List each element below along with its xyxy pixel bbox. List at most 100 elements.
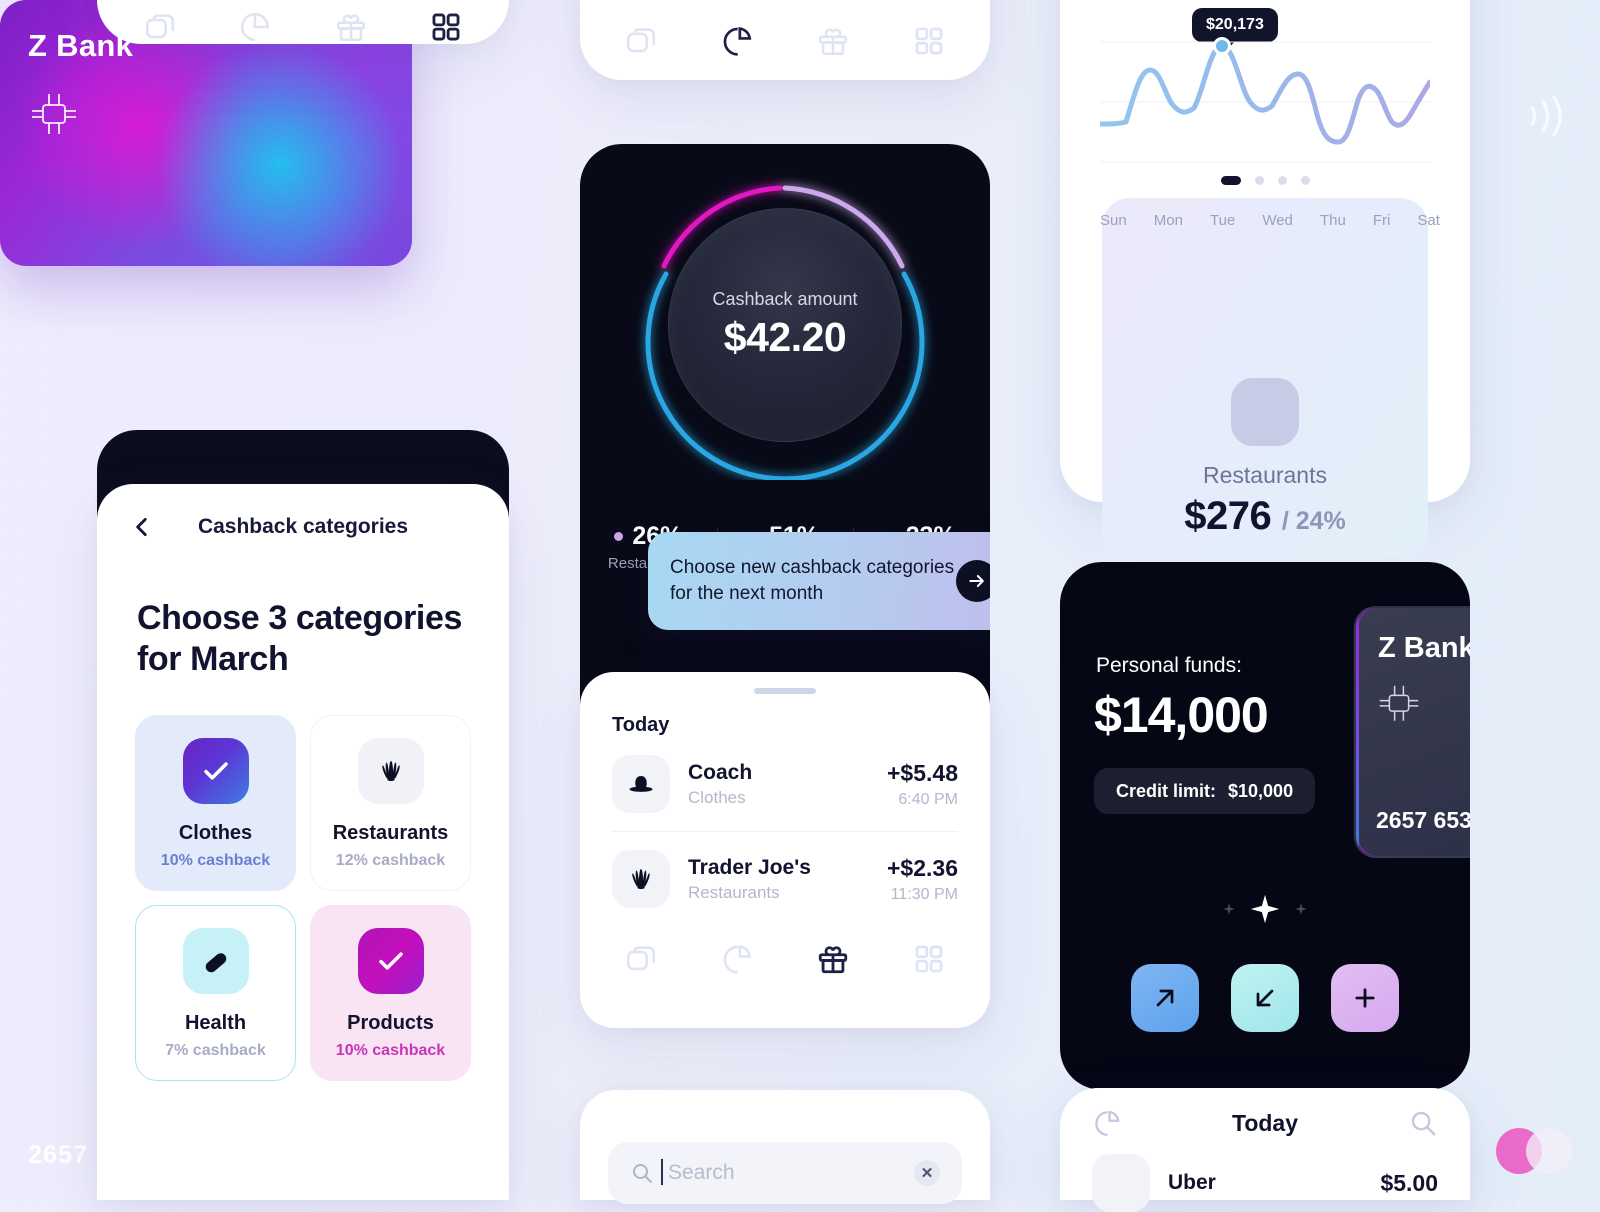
legend-dot — [614, 532, 624, 541]
list-item[interactable]: Uber $5.00 — [1060, 1138, 1470, 1212]
cards-icon[interactable] — [143, 10, 177, 44]
chip-icon — [1378, 684, 1420, 722]
cashback-donut-chart: Cashback amount $42.20 — [630, 170, 940, 480]
arrow-down-left-icon[interactable] — [1231, 964, 1299, 1032]
arrow-up-right-icon[interactable] — [1131, 964, 1199, 1032]
transaction-time: 6:40 PM — [898, 790, 958, 808]
transaction-amount: +$5.48 — [887, 759, 958, 786]
chip-icon — [30, 92, 78, 136]
transaction-meta: +$5.48 6:40 PM — [887, 760, 958, 809]
summary-category-name: Restaurants — [1202, 462, 1327, 488]
transaction-meta: +$2.36 11:30 PM — [887, 855, 958, 904]
check-icon — [182, 737, 249, 804]
nav-row — [143, 10, 463, 44]
transaction-info: Trader Joe's Restaurants — [688, 856, 869, 903]
chart-line — [1100, 43, 1430, 145]
pie-chart-icon[interactable] — [238, 10, 272, 44]
credit-limit-badge: Credit limit: $10,000 — [1094, 768, 1316, 814]
axis-tick: Thu — [1319, 212, 1346, 229]
search-sheet: Search ✕ — [580, 1090, 990, 1204]
cashback-label: Cashback amount — [712, 289, 858, 309]
banner-text: Choose new cashback categories for the n… — [670, 556, 955, 604]
category-summary-card[interactable]: Restaurants $276 / 24% — [1102, 198, 1428, 556]
grid-icon[interactable] — [429, 10, 463, 44]
sparkle-icon — [1060, 892, 1470, 926]
transaction-info: Coach Clothes — [688, 761, 869, 808]
cards-icon[interactable] — [624, 24, 658, 58]
pie-chart-icon[interactable] — [720, 24, 754, 58]
col3-today-sheet: Today Uber $5.00 — [1060, 1088, 1470, 1212]
chart-highlight-point[interactable] — [1216, 40, 1228, 52]
summary-share: / 24% — [1281, 507, 1346, 535]
search-input[interactable]: Search ✕ — [608, 1142, 962, 1204]
mini-bank-card[interactable]: Z Bank 2657 6537 7278 7625 — [1354, 606, 1470, 858]
shell-icon — [357, 737, 424, 804]
pill-icon — [182, 927, 249, 994]
sparkle-small-left — [1223, 903, 1235, 915]
axis-tick: Tue — [1209, 212, 1236, 229]
sparkle-large — [1250, 894, 1280, 924]
category-name: Restaurants — [332, 821, 449, 844]
credit-limit-label: Credit limit: — [1116, 780, 1217, 801]
category-card-products[interactable]: Products 10% cashback — [310, 904, 471, 1081]
mini-card-brand: Z Bank — [1378, 632, 1470, 664]
pie-chart-icon[interactable] — [1092, 1108, 1122, 1138]
gift-icon[interactable] — [334, 10, 368, 44]
drag-handle[interactable] — [754, 688, 816, 694]
search-placeholder: Search — [661, 1159, 735, 1185]
cards-icon[interactable] — [624, 942, 658, 976]
category-name: Products — [347, 1011, 434, 1034]
close-icon[interactable]: ✕ — [914, 1160, 940, 1186]
sheet-title: Today — [1231, 1109, 1299, 1136]
category-name: Health — [184, 1011, 247, 1034]
table-row[interactable]: Trader Joe's Restaurants +$2.36 11:30 PM — [580, 832, 990, 926]
today-label: Today — [612, 714, 670, 736]
category-card-clothes[interactable]: Clothes 10% cashback — [135, 714, 296, 891]
transaction-category: Clothes — [688, 787, 746, 807]
choose-categories-banner[interactable]: Choose new cashback categories for the n… — [648, 532, 990, 630]
axis-tick: Sat — [1417, 212, 1440, 229]
screen-heading: Choose 3 categories for March — [137, 599, 462, 679]
category-cashback: 10% cashback — [335, 1041, 446, 1059]
grid-icon[interactable] — [912, 942, 946, 976]
personal-funds-label: Personal funds: — [1096, 654, 1242, 677]
search-icon — [633, 1164, 652, 1183]
axis-tick: Wed — [1262, 212, 1293, 229]
category-name: Clothes — [178, 821, 253, 844]
col1-top-nav-panel — [97, 0, 509, 44]
sheet-header: Today — [1060, 1088, 1470, 1138]
personal-funds-value: $14,000 — [1094, 687, 1269, 743]
personal-funds-card: Personal funds: $14,000 Credit limit: $1… — [1060, 562, 1470, 1090]
weekly-spending-chart — [1100, 37, 1430, 163]
col2-top-nav-panel — [580, 0, 990, 80]
shell-icon — [612, 850, 670, 908]
pie-chart-icon[interactable] — [720, 942, 754, 976]
donut-center: Cashback amount $42.20 — [668, 208, 902, 442]
app-canvas: Z Bank 2657 6537 7278 7625 Cashback cate… — [0, 0, 1600, 1212]
check-icon — [357, 927, 424, 994]
category-grid: Clothes 10% cashback Restaurants 12% cas… — [135, 714, 471, 1081]
bank-card-brand: Z Bank — [28, 28, 134, 63]
category-card-restaurants[interactable]: Restaurants 12% cashback — [310, 714, 471, 891]
category-card-health[interactable]: Health 7% cashback — [135, 904, 296, 1081]
summary-amount: $276 — [1184, 494, 1272, 538]
chevron-left-icon[interactable] — [129, 514, 155, 540]
page-title: Cashback categories — [197, 515, 409, 538]
table-row[interactable]: Coach Clothes +$5.48 6:40 PM — [580, 737, 990, 831]
cashback-categories-screen: Cashback categories Choose 3 categories … — [97, 484, 509, 1200]
arrow-right-icon[interactable] — [956, 560, 990, 602]
quick-actions — [1060, 964, 1470, 1032]
gift-icon[interactable] — [816, 24, 850, 58]
mini-card-number: 2657 6537 7278 7625 — [1376, 807, 1470, 833]
transaction-category: Restaurants — [688, 882, 780, 902]
sparkle-small-right — [1295, 903, 1307, 915]
category-cashback: 10% cashback — [160, 851, 271, 869]
gift-icon[interactable] — [816, 942, 850, 976]
plus-icon[interactable] — [1331, 964, 1399, 1032]
category-placeholder-icon — [1231, 378, 1299, 446]
hat-icon — [612, 755, 670, 813]
transaction-name: Trader Joe's — [688, 855, 811, 879]
grid-icon[interactable] — [912, 24, 946, 58]
transaction-icon — [1092, 1154, 1150, 1212]
search-icon[interactable] — [1408, 1108, 1438, 1138]
